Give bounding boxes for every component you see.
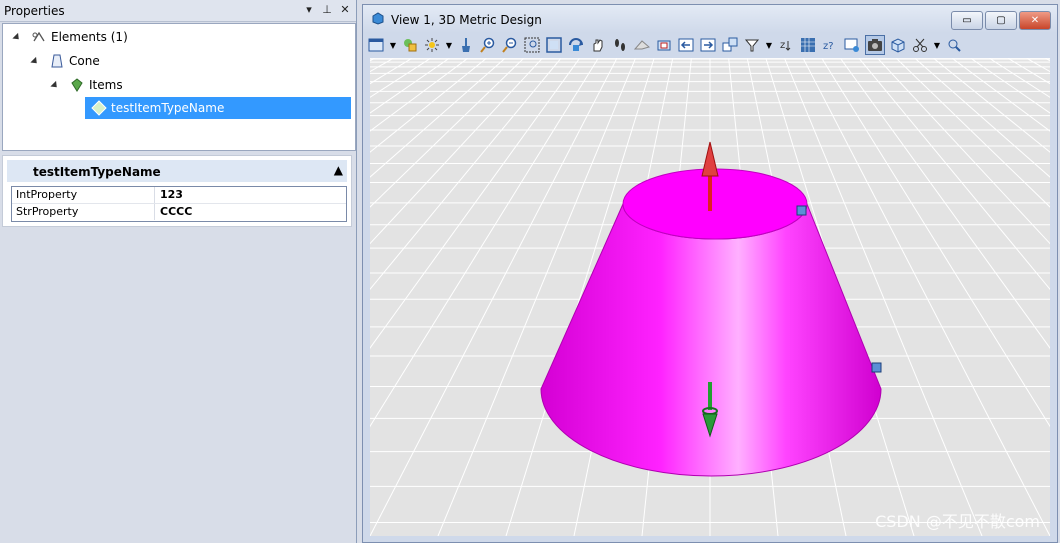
resize-handle[interactable] — [871, 362, 882, 373]
view-window: View 1, 3D Metric Design ▭ ▢ ✕ ▼ ▼ ▼ z z… — [362, 4, 1058, 543]
3d-viewport[interactable]: CSDN @不见不散com — [370, 58, 1050, 536]
properties-title: Properties — [4, 4, 65, 18]
rotate-view-icon[interactable] — [567, 36, 585, 54]
tree-item-testitemtypename[interactable]: testItemTypeName — [85, 97, 351, 119]
elements-icon — [31, 29, 47, 45]
panel-menu-dropdown-icon[interactable]: ▾ — [302, 2, 316, 18]
chevron-down-icon[interactable]: ▼ — [933, 36, 941, 54]
property-grid-title: testItemTypeName — [33, 165, 161, 179]
tree-item-label: Items — [89, 78, 123, 92]
svg-text:z?: z? — [823, 41, 834, 52]
view-box-icon[interactable] — [843, 36, 861, 54]
close-button[interactable]: ✕ — [1019, 11, 1051, 30]
clip-volume-icon[interactable] — [743, 36, 761, 54]
restore-button[interactable]: ▢ — [985, 11, 1017, 30]
property-value[interactable]: CCCC — [160, 205, 192, 218]
property-row[interactable]: StrProperty CCCC — [12, 204, 346, 220]
zoom-in-icon[interactable] — [479, 36, 497, 54]
walk-icon[interactable] — [611, 36, 629, 54]
pan-hand-icon[interactable] — [589, 36, 607, 54]
svg-text:z: z — [780, 40, 785, 51]
properties-titlebar: Properties ▾ ⊥ ✕ — [0, 0, 356, 22]
zoom-out-icon[interactable] — [501, 36, 519, 54]
property-table: IntProperty 123 StrProperty CCCC — [11, 186, 347, 222]
previous-view-icon[interactable] — [677, 36, 695, 54]
copy-view-icon[interactable] — [721, 36, 739, 54]
tree-item-items[interactable]: Items — [50, 74, 123, 96]
view-title: View 1, 3D Metric Design — [391, 13, 542, 27]
search-view-icon[interactable] — [945, 36, 963, 54]
view-titlebar[interactable]: View 1, 3D Metric Design ▭ ▢ ✕ — [363, 5, 1057, 33]
tree-item-cone[interactable]: Cone — [30, 50, 100, 72]
3d-scene[interactable] — [370, 58, 1050, 536]
expand-toggle-icon[interactable] — [50, 80, 60, 90]
clip-tools-icon[interactable] — [911, 36, 929, 54]
chevron-down-icon[interactable]: ▼ — [445, 36, 453, 54]
watermark-text: CSDN @不见不散com — [875, 512, 1040, 531]
window-area-icon[interactable] — [523, 36, 541, 54]
minimize-button[interactable]: ▭ — [951, 11, 983, 30]
cone-icon — [49, 53, 65, 69]
item-diamond-icon — [91, 100, 107, 116]
view-toolbar: ▼ ▼ ▼ z z? ▼ — [367, 34, 1053, 56]
view-cube-icon — [371, 12, 384, 25]
pin-icon[interactable]: ⊥ — [320, 2, 334, 18]
display-style-icon[interactable] — [401, 36, 419, 54]
lighting-icon[interactable] — [423, 36, 441, 54]
property-row[interactable]: IntProperty 123 — [12, 187, 346, 204]
tree-item-label: testItemTypeName — [111, 101, 225, 115]
properties-panel: Properties ▾ ⊥ ✕ Elements (1) Cone Items… — [0, 0, 357, 543]
tree-item-label: Elements (1) — [51, 30, 128, 44]
3d-cube-icon[interactable] — [889, 36, 907, 54]
element-tree: Elements (1) Cone Items testItemTypeName — [2, 23, 356, 151]
depth-display-icon[interactable]: z? — [821, 36, 839, 54]
view-attributes-icon[interactable] — [367, 36, 385, 54]
panel-close-icon[interactable]: ✕ — [338, 2, 352, 18]
property-value[interactable]: 123 — [160, 188, 183, 201]
camera-icon[interactable] — [655, 36, 673, 54]
resize-handle[interactable] — [796, 205, 807, 216]
brush-icon[interactable] — [457, 36, 475, 54]
property-grid: testItemTypeName ▲ IntProperty 123 StrPr… — [2, 155, 352, 227]
expand-toggle-icon[interactable] — [12, 32, 22, 42]
items-icon — [69, 77, 85, 93]
expand-toggle-icon[interactable] — [30, 56, 40, 66]
cone-top-face[interactable] — [622, 168, 808, 240]
property-name: IntProperty — [16, 188, 78, 201]
property-name: StrProperty — [16, 205, 79, 218]
chevron-down-icon[interactable]: ▼ — [765, 36, 773, 54]
collapse-icon[interactable]: ▲ — [334, 163, 343, 177]
fly-icon[interactable] — [633, 36, 651, 54]
set-z-icon[interactable]: z — [777, 36, 795, 54]
property-grid-header[interactable]: testItemTypeName ▲ — [7, 160, 347, 182]
next-view-icon[interactable] — [699, 36, 717, 54]
chevron-down-icon[interactable]: ▼ — [389, 36, 397, 54]
tree-item-elements[interactable]: Elements (1) — [12, 26, 128, 48]
screenshot-camera-icon[interactable] — [865, 35, 885, 55]
fit-view-icon[interactable] — [545, 36, 563, 54]
tree-item-label: Cone — [69, 54, 100, 68]
display-grid-icon[interactable] — [799, 36, 817, 54]
